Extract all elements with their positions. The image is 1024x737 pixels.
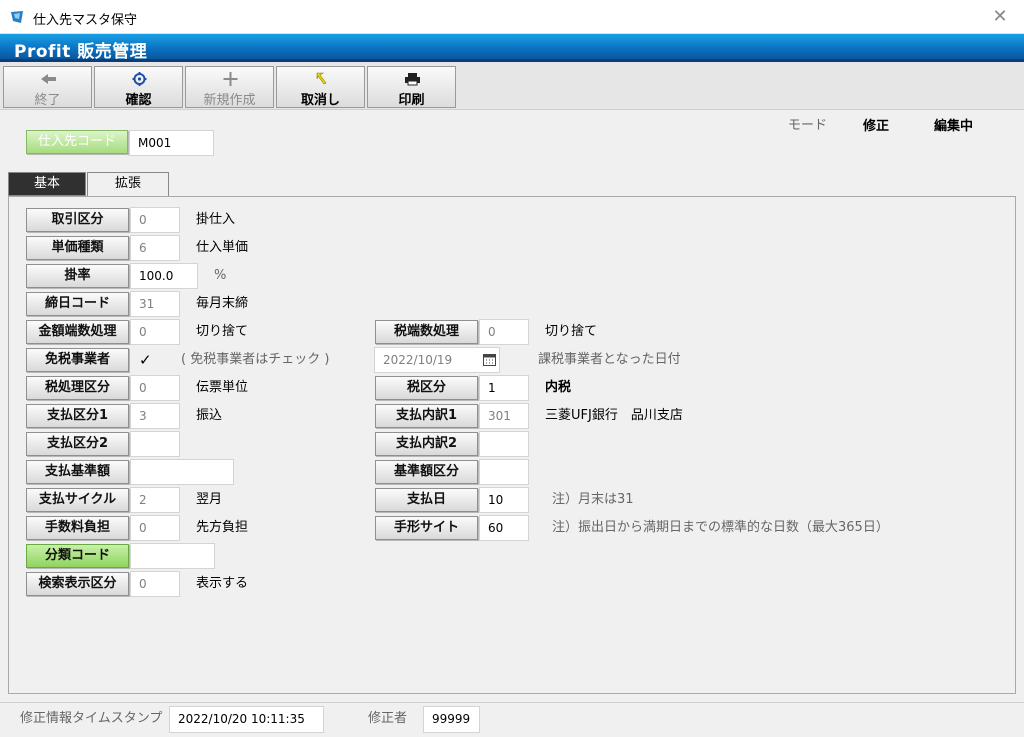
zei-kubun-desc: 内税 xyxy=(545,380,572,395)
status-bar: 修正情報タイムスタンプ 2022/10/20 10:11:35 修正者 9999… xyxy=(0,702,1024,737)
printer-icon xyxy=(405,73,420,86)
main-content: 仕入先コード M001 モード 修正 編集中 基本 拡張 取引区分 0 掛仕入 … xyxy=(0,110,1024,702)
print-button[interactable]: 印刷 xyxy=(367,66,456,108)
print-button-label: 印刷 xyxy=(398,93,425,108)
shiharai-kubun2-input[interactable] xyxy=(130,431,180,457)
app-banner: Profit 販売管理 xyxy=(0,34,1024,62)
confirm-button[interactable]: 確認 xyxy=(94,66,183,108)
zei-shori-kubun-desc: 伝票単位 xyxy=(196,380,249,395)
kingaku-hasu-button[interactable]: 金額端数処理 xyxy=(26,320,129,344)
app-logo-icon xyxy=(11,11,23,23)
zei-kubun-input[interactable]: 1 xyxy=(479,375,529,401)
shiharai-uchiwake1-input[interactable]: 301 xyxy=(479,403,529,429)
new-button[interactable]: 新規作成 xyxy=(185,66,274,108)
tab-basic[interactable]: 基本 xyxy=(8,172,86,196)
shiharai-kubun1-button[interactable]: 支払区分1 xyxy=(26,404,129,428)
window-title: 仕入先マスタ保守 xyxy=(33,13,138,28)
cancel-button[interactable]: 取消し xyxy=(276,66,365,108)
end-button-label: 終了 xyxy=(34,93,61,108)
kakeritsu-unit: % xyxy=(214,268,227,283)
shiharai-kubun1-input[interactable]: 3 xyxy=(130,403,180,429)
shiharai-uchiwake2-input[interactable] xyxy=(479,431,529,457)
zei-hasu-button[interactable]: 税端数処理 xyxy=(375,320,478,344)
gear-icon xyxy=(132,72,147,86)
tegata-site-input[interactable]: 60 xyxy=(479,515,529,541)
kazei-date-desc: 課税事業者となった日付 xyxy=(538,352,681,367)
shiharai-kubun2-button[interactable]: 支払区分2 xyxy=(26,432,129,456)
bunrui-code-button[interactable]: 分類コード xyxy=(26,544,129,568)
zei-kubun-button[interactable]: 税区分 xyxy=(375,376,478,400)
bunrui-code-input[interactable] xyxy=(130,543,215,569)
kakeritsu-input[interactable]: 100.0 xyxy=(130,263,198,289)
menzei-hint: ( 免税事業者はチェック ) xyxy=(181,352,330,367)
kensaku-hyoji-input[interactable]: 0 xyxy=(130,571,180,597)
cancel-button-label: 取消し xyxy=(300,93,340,108)
kijungaku-kubun-input[interactable] xyxy=(479,459,529,485)
torihiki-kubun-input[interactable]: 0 xyxy=(130,207,180,233)
tesuryo-futan-input[interactable]: 0 xyxy=(130,515,180,541)
shiharai-bi-input[interactable]: 10 xyxy=(479,487,529,513)
tanka-shurui-button[interactable]: 単価種類 xyxy=(26,236,129,260)
shiharai-uchiwake1-desc: 三菱UFJ銀行 品川支店 xyxy=(545,408,683,423)
zei-shori-kubun-button[interactable]: 税処理区分 xyxy=(26,376,129,400)
supplier-code-button[interactable]: 仕入先コード xyxy=(26,130,128,154)
kensaku-hyoji-button[interactable]: 検索表示区分 xyxy=(26,572,129,596)
kakeritsu-button[interactable]: 掛率 xyxy=(26,264,129,288)
tesuryo-futan-desc: 先方負担 xyxy=(196,520,249,535)
tegata-site-note: 注）振出日から満期日までの標準的な日数（最大365日） xyxy=(552,520,889,535)
shimebi-code-button[interactable]: 締日コード xyxy=(26,292,129,316)
tanka-shurui-input[interactable]: 6 xyxy=(130,235,180,261)
new-button-label: 新規作成 xyxy=(203,93,256,108)
timestamp-label: 修正情報タイムスタンプ xyxy=(20,711,163,726)
torihiki-kubun-button[interactable]: 取引区分 xyxy=(26,208,129,232)
tesuryo-futan-button[interactable]: 手数料負担 xyxy=(26,516,129,540)
shiharai-bi-note: 注）月末は31 xyxy=(552,492,634,507)
supplier-code-label: 仕入先コード xyxy=(37,134,116,149)
end-button[interactable]: 終了 xyxy=(3,66,92,108)
back-arrow-icon xyxy=(41,74,56,84)
window-titlebar: 仕入先マスタ保守 ✕ xyxy=(0,0,1024,34)
shiharai-uchiwake2-button[interactable]: 支払内訳2 xyxy=(375,432,478,456)
menzei-checkbox[interactable]: ✓ xyxy=(139,350,152,370)
supplier-code-input[interactable]: M001 xyxy=(129,130,214,156)
confirm-button-label: 確認 xyxy=(125,93,152,108)
shiharai-cycle-button[interactable]: 支払サイクル xyxy=(26,488,129,512)
tegata-site-button[interactable]: 手形サイト xyxy=(375,516,478,540)
shiharai-kubun1-desc: 振込 xyxy=(196,408,223,423)
editor-label: 修正者 xyxy=(368,711,408,726)
tab-extended[interactable]: 拡張 xyxy=(87,172,169,197)
undo-icon xyxy=(316,72,327,85)
shiharai-kijungaku-input[interactable] xyxy=(130,459,234,485)
shimebi-code-desc: 毎月末締 xyxy=(196,296,249,311)
menzei-button[interactable]: 免税事業者 xyxy=(26,348,129,372)
tanka-shurui-desc: 仕入単価 xyxy=(196,240,249,255)
extended-panel: 取引区分 0 掛仕入 単価種類 6 仕入単価 掛率 100.0 % 締日コード … xyxy=(8,196,1016,694)
shiharai-cycle-input[interactable]: 2 xyxy=(130,487,180,513)
kensaku-hyoji-desc: 表示する xyxy=(196,576,249,591)
shiharai-uchiwake1-button[interactable]: 支払内訳1 xyxy=(375,404,478,428)
shimebi-code-input[interactable]: 31 xyxy=(130,291,180,317)
torihiki-kubun-desc: 掛仕入 xyxy=(196,212,236,227)
toolbar: 終了 確認 新規作成 取消し 印刷 xyxy=(0,62,1024,110)
edit-status: 編集中 xyxy=(934,119,974,134)
editor-value: 99999 xyxy=(423,706,480,733)
kingaku-hasu-desc: 切り捨て xyxy=(196,324,249,339)
plus-icon xyxy=(223,72,238,86)
close-icon[interactable]: ✕ xyxy=(990,6,1010,27)
kingaku-hasu-input[interactable]: 0 xyxy=(130,319,180,345)
shiharai-kijungaku-button[interactable]: 支払基準額 xyxy=(26,460,129,484)
shiharai-bi-button[interactable]: 支払日 xyxy=(375,488,478,512)
shiharai-cycle-desc: 翌月 xyxy=(196,492,223,507)
kazei-date-input[interactable]: 2022/10/19 xyxy=(374,347,500,373)
timestamp-value: 2022/10/20 10:11:35 xyxy=(169,706,324,733)
mode-label: モード xyxy=(788,118,828,133)
kijungaku-kubun-button[interactable]: 基準額区分 xyxy=(375,460,478,484)
zei-shori-kubun-input[interactable]: 0 xyxy=(130,375,180,401)
mode-value: 修正 xyxy=(863,119,890,134)
zei-hasu-desc: 切り捨て xyxy=(545,324,598,339)
zei-hasu-input[interactable]: 0 xyxy=(479,319,529,345)
calendar-icon[interactable] xyxy=(483,353,496,366)
